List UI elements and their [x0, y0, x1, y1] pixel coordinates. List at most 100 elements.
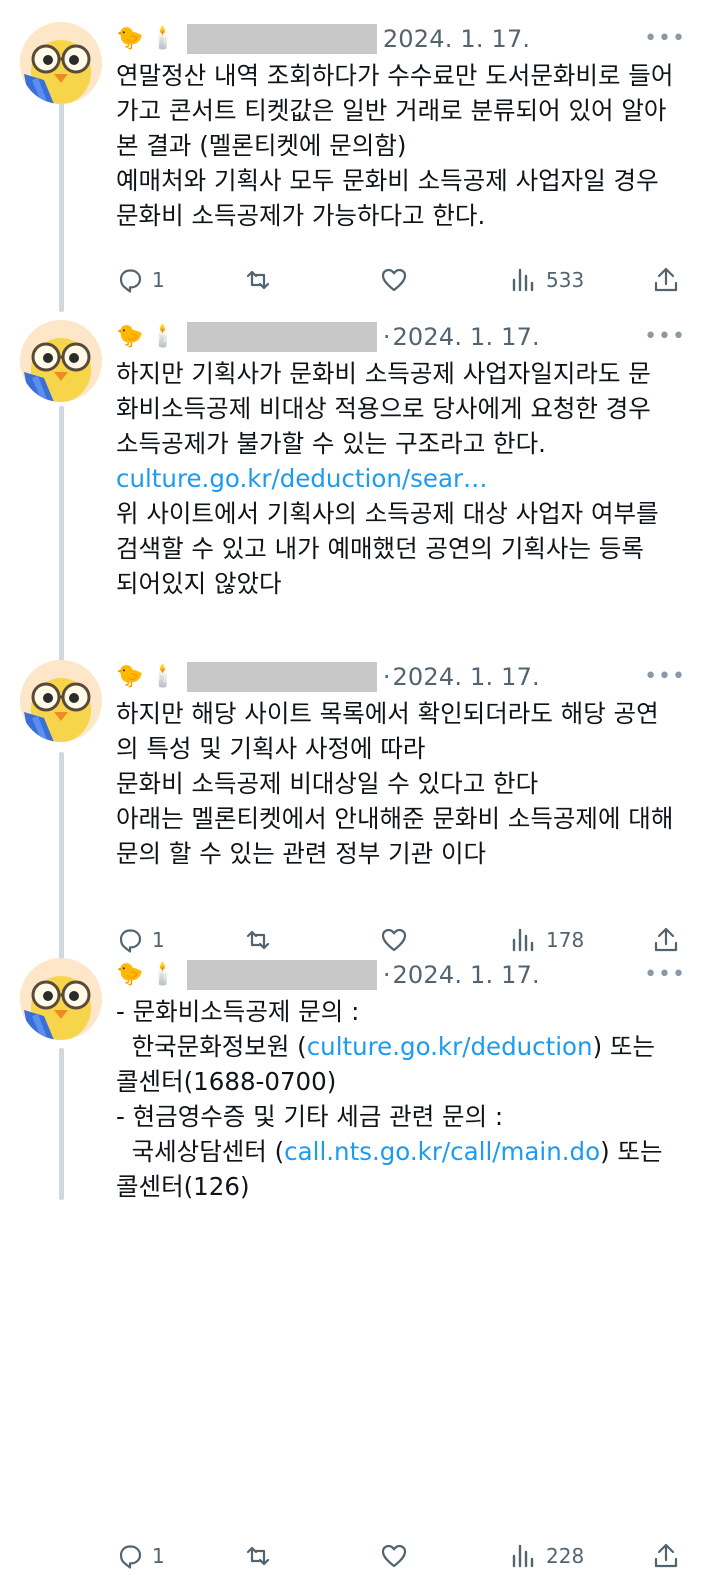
avatar-image	[20, 320, 102, 402]
share-icon	[654, 1543, 678, 1568]
tweet-text-span: 예매처와 기획사 모두 문화비 소득공제 사업자일 경우	[116, 166, 659, 195]
like-button[interactable]	[380, 1542, 408, 1570]
tweet-header: 🐤 🕯️ · 2024. 1. 17. •••	[116, 320, 686, 354]
avatar-image	[20, 958, 102, 1040]
tweet-text-span: 위 사이트에서 기획사의 소득공제 대상 사업자 여부를	[116, 499, 659, 528]
thread-line	[59, 406, 64, 666]
tweet-header: 🐤 🕯️ · 2024. 1. 17. •••	[116, 958, 686, 992]
heart-icon	[381, 1544, 407, 1568]
tweet-text-line: 소득공제가 불가할 수 있는 구조라고 한다.	[116, 426, 691, 461]
tweet-text-span: 하지만 기획사가 문화비 소득공제 사업자일지라도 문	[116, 359, 651, 388]
thread-line	[59, 1048, 64, 1200]
reply-button[interactable]: 1	[116, 1542, 165, 1570]
views-button[interactable]: 533	[510, 266, 584, 294]
retweet-icon	[246, 270, 270, 290]
retweet-button[interactable]	[244, 1542, 272, 1570]
tweet-date[interactable]: 2024. 1. 17.	[392, 663, 539, 691]
tweet-text-span: ) 또는	[592, 1032, 655, 1061]
separator-dot: ·	[382, 323, 391, 351]
more-icon[interactable]: •••	[644, 962, 686, 987]
tweet-text-line: 하지만 해당 사이트 목록에서 확인되더라도 해당 공연	[116, 696, 691, 731]
tweet-text-span: 되어있지 않았다	[116, 569, 282, 598]
avatar[interactable]	[20, 22, 102, 104]
more-icon[interactable]: •••	[644, 324, 686, 349]
candle-emoji: 🕯️	[149, 324, 177, 349]
tweet-link[interactable]: culture.go.kr/deduction	[307, 1032, 593, 1061]
tweet-text-span: 콜센터(1688-0700)	[116, 1067, 337, 1096]
reply-count: 1	[152, 928, 165, 952]
tweet-actions: 1 228	[116, 1542, 691, 1576]
tweet-date[interactable]: 2024. 1. 17.	[392, 323, 539, 351]
share-icon	[654, 927, 678, 952]
share-button[interactable]	[652, 1542, 680, 1570]
reply-count: 1	[152, 1544, 165, 1568]
like-button[interactable]	[380, 266, 408, 294]
tweet-text-span: 본 결과 (멜론티켓에 문의함)	[116, 131, 407, 160]
tweet-text-line: 연말정산 내역 조회하다가 수수료만 도서문화비로 들어	[116, 58, 691, 93]
tweet-link[interactable]: call.nts.go.kr/call/main.do	[284, 1137, 600, 1166]
views-icon	[512, 268, 534, 292]
views-icon	[512, 928, 534, 952]
tweet-text-line: 가고 콘서트 티켓값은 일반 거래로 분류되어 있어 알아	[116, 93, 691, 128]
tweet-text-line: culture.go.kr/deduction/sear…	[116, 461, 691, 496]
reply-button[interactable]: 1	[116, 926, 165, 954]
tweet-text-span: 연말정산 내역 조회하다가 수수료만 도서문화비로 들어	[116, 61, 674, 90]
avatar[interactable]	[20, 958, 102, 1040]
heart-icon	[381, 928, 407, 952]
redacted-username[interactable]	[186, 662, 377, 692]
reply-count: 1	[152, 268, 165, 292]
tweet-text-line: 의 특성 및 기획사 사정에 따라	[116, 731, 691, 766]
tweet-text-span: 검색할 수 있고 내가 예매했던 공연의 기획사는 등록	[116, 534, 644, 563]
tweet-text-span: 문화비 소득공제가 가능하다고 한다.	[116, 201, 486, 230]
chick-emoji: 🐤	[116, 26, 144, 51]
tweet-text-line: 문의 할 수 있는 관련 정부 기관 이다	[116, 836, 691, 871]
tweet-link[interactable]: culture.go.kr/deduction/sear…	[116, 464, 488, 493]
tweet-text-line: 아래는 멜론티켓에서 안내해준 문화비 소득공제에 대해	[116, 801, 691, 836]
tweet-actions: 1 178	[116, 926, 691, 960]
like-button[interactable]	[380, 926, 408, 954]
share-icon	[654, 267, 678, 292]
share-button[interactable]	[652, 266, 680, 294]
tweet-text-line: 되어있지 않았다	[116, 566, 691, 601]
tweet-text-span: ) 또는	[600, 1137, 663, 1166]
tweet-text-line: - 현금영수증 및 기타 세금 관련 문의 :	[116, 1099, 691, 1134]
tweet-header: 🐤 🕯️ 2024. 1. 17. •••	[116, 22, 686, 56]
reply-button[interactable]: 1	[116, 266, 165, 294]
tweet-text-line: 문화비 소득공제 비대상일 수 있다고 한다	[116, 766, 691, 801]
redacted-username[interactable]	[186, 960, 377, 990]
separator-dot: ·	[382, 663, 391, 691]
tweet-text-span: - 현금영수증 및 기타 세금 관련 문의 :	[116, 1102, 504, 1131]
tweet-text-span: 국세상담센터 (	[116, 1137, 285, 1166]
retweet-icon	[246, 1546, 270, 1566]
views-button[interactable]: 178	[510, 926, 584, 954]
more-icon[interactable]: •••	[644, 664, 686, 689]
chick-emoji: 🐤	[116, 324, 144, 349]
avatar[interactable]	[20, 320, 102, 402]
views-button[interactable]: 228	[510, 1542, 584, 1570]
retweet-button[interactable]	[244, 266, 272, 294]
chick-emoji: 🐤	[116, 664, 144, 689]
retweet-icon	[246, 930, 270, 950]
tweet-text-span: 아래는 멜론티켓에서 안내해준 문화비 소득공제에 대해	[116, 804, 674, 833]
retweet-button[interactable]	[244, 926, 272, 954]
avatar[interactable]	[20, 660, 102, 742]
tweet-text-line: - 문화비소득공제 문의 :	[116, 994, 691, 1029]
tweet-text-span: 문의 할 수 있는 관련 정부 기관 이다	[116, 839, 487, 868]
tweet-text-line: 본 결과 (멜론티켓에 문의함)	[116, 128, 691, 163]
more-icon[interactable]: •••	[644, 26, 686, 51]
tweet-text: - 문화비소득공제 문의 : 한국문화정보원 (culture.go.kr/de…	[116, 994, 691, 1204]
reply-icon	[119, 269, 142, 293]
tweet-text-line: 콜센터(1688-0700)	[116, 1064, 691, 1099]
tweet-date[interactable]: 2024. 1. 17.	[383, 25, 530, 53]
tweet-text-line: 국세상담센터 (call.nts.go.kr/call/main.do) 또는	[116, 1134, 691, 1169]
views-count: 533	[546, 268, 585, 292]
tweet-text-span: 콜센터(126)	[116, 1172, 250, 1201]
candle-emoji: 🕯️	[149, 26, 177, 51]
tweet-date[interactable]: 2024. 1. 17.	[392, 961, 539, 989]
redacted-username[interactable]	[186, 24, 377, 54]
avatar-image	[20, 22, 102, 104]
share-button[interactable]	[652, 926, 680, 954]
chick-emoji: 🐤	[116, 962, 144, 987]
redacted-username[interactable]	[186, 322, 377, 352]
tweet-text-span: 화비소득공제 비대상 적용으로 당사에게 요청한 경우	[116, 394, 651, 423]
